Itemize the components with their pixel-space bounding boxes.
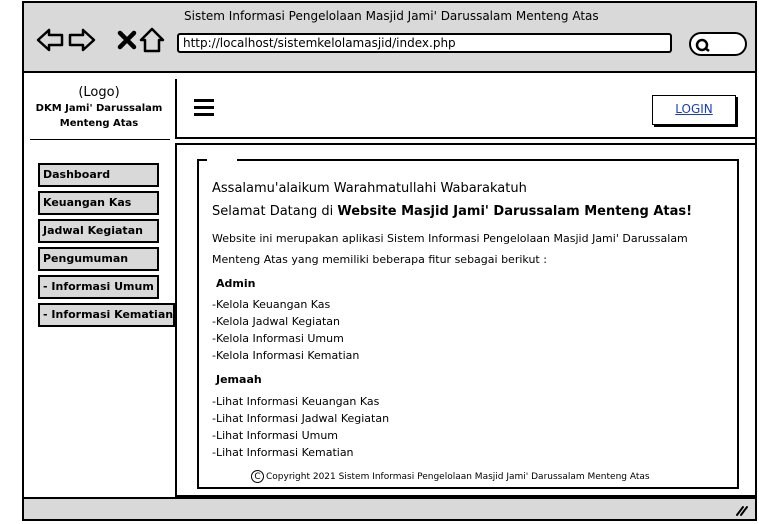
jemaah-heading: Jemaah xyxy=(216,373,262,386)
list-item: -Lihat Informasi Kematian xyxy=(212,446,354,459)
org-name-line1: DKM Jami' Darussalam xyxy=(35,103,163,114)
list-item: -Kelola Informasi Umum xyxy=(212,332,344,345)
welcome-prefix: Selamat Datang di xyxy=(212,204,338,219)
description-line2: Menteng Atas yang memiliki beberapa fitu… xyxy=(212,253,547,266)
back-arrow-icon[interactable] xyxy=(36,27,64,53)
logo-divider xyxy=(30,139,170,140)
logo-placeholder: (Logo) xyxy=(78,85,120,100)
sidebar-item-informasi-umum[interactable]: - Informasi Umum xyxy=(38,275,159,299)
list-item: -Kelola Jadwal Kegiatan xyxy=(212,315,340,328)
jemaah-feature-list: -Lihat Informasi Keuangan Kas -Lihat Inf… xyxy=(212,393,389,461)
window-title: Sistem Informasi Pengelolaan Masjid Jami… xyxy=(184,9,599,23)
copyright-footer: C Copyright 2021 Sistem Informasi Pengelo… xyxy=(251,470,650,483)
org-name-line2: Menteng Atas xyxy=(59,118,139,129)
login-button[interactable]: LOGIN xyxy=(652,95,736,125)
admin-feature-list: -Kelola Keuangan Kas -Kelola Jadwal Kegi… xyxy=(212,296,359,364)
sidebar-item-jadwal-kegiatan[interactable]: Jadwal Kegiatan xyxy=(38,219,159,243)
copyright-text: Copyright 2021 Sistem Informasi Pengelol… xyxy=(266,472,650,482)
greeting-text: Assalamu'alaikum Warahmatullahi Wabaraka… xyxy=(212,181,527,196)
logo-area: (Logo) DKM Jami' Darussalam Menteng Atas xyxy=(24,75,174,141)
list-item: -Lihat Informasi Umum xyxy=(212,429,339,442)
list-item: -Kelola Keuangan Kas xyxy=(212,298,331,311)
home-icon[interactable] xyxy=(138,27,166,53)
welcome-card: Assalamu'alaikum Warahmatullahi Wabaraka… xyxy=(197,158,739,489)
list-item: -Lihat Informasi Jadwal Kegiatan xyxy=(212,412,390,425)
search-box[interactable] xyxy=(689,32,747,56)
search-icon xyxy=(695,38,710,52)
sidebar-item-pengumuman[interactable]: Pengumuman xyxy=(38,247,159,271)
resize-grip-icon[interactable] xyxy=(735,504,749,516)
welcome-heading: Selamat Datang di Website Masjid Jami' D… xyxy=(212,204,692,219)
browser-window: Sistem Informasi Pengelolaan Masjid Jami… xyxy=(22,1,757,521)
sidebar-item-informasi-kematian[interactable]: - Informasi Kematian xyxy=(38,303,175,327)
browser-titlebar: Sistem Informasi Pengelolaan Masjid Jami… xyxy=(24,3,755,73)
sidebar-item-keuangan-kas[interactable]: Keuangan Kas xyxy=(38,191,159,215)
hamburger-icon[interactable] xyxy=(194,99,214,116)
sidebar-menu: Dashboard Keuangan Kas Jadwal Kegiatan P… xyxy=(38,163,176,331)
main-content-panel: Assalamu'alaikum Warahmatullahi Wabaraka… xyxy=(175,143,757,497)
admin-heading: Admin xyxy=(216,277,256,290)
address-bar[interactable]: http://localhost/sistemkelolamasjid/inde… xyxy=(177,33,672,53)
copyright-icon: C xyxy=(251,470,264,483)
list-item: -Lihat Informasi Keuangan Kas xyxy=(212,395,380,408)
sidebar-item-dashboard[interactable]: Dashboard xyxy=(38,163,159,187)
welcome-site-name: Website Masjid Jami' Darussalam Menteng … xyxy=(337,204,693,219)
header-bar: LOGIN xyxy=(175,79,757,139)
description-line1: Website ini merupakan aplikasi Sistem In… xyxy=(212,232,688,245)
list-item: -Kelola Informasi Kematian xyxy=(212,349,360,362)
status-bar xyxy=(24,497,755,519)
forward-arrow-icon[interactable] xyxy=(68,27,96,53)
